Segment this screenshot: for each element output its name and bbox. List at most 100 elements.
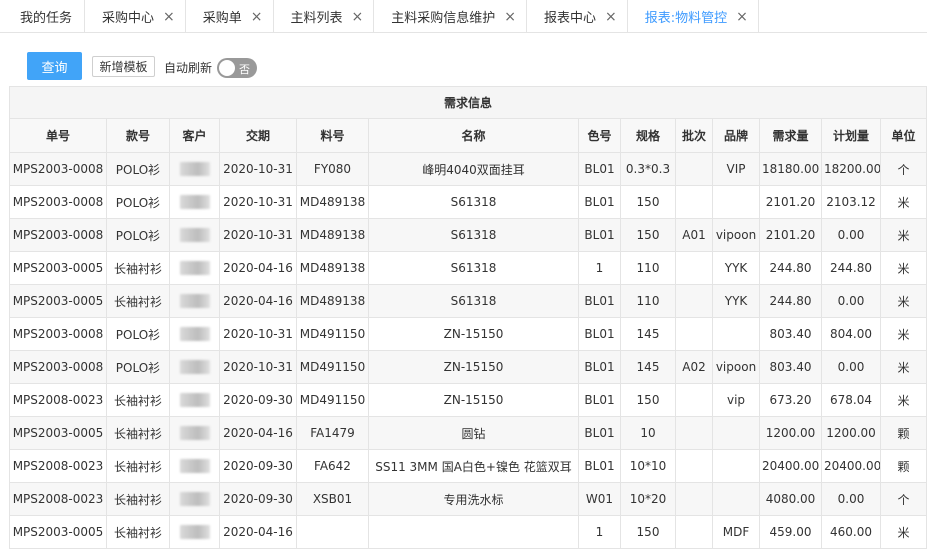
close-icon[interactable]: × — [352, 10, 364, 24]
table-row[interactable]: MPS2003-0008 POLO衫 2020-10-31 MD489138 S6131… — [9, 185, 927, 219]
table-row[interactable]: MPS2003-0005 长袖衬衫 2020-04-16 MD489138 S61318… — [9, 251, 927, 285]
table-cell: 米 — [880, 251, 927, 285]
table-cell: BL01 — [578, 218, 621, 252]
table-cell: ZN-15150 — [368, 317, 579, 351]
table-cell: 2020-09-30 — [219, 383, 297, 417]
table-cell: BL01 — [578, 350, 621, 384]
tab-3[interactable]: 主料列表 × — [274, 0, 375, 33]
table-cell: S61318 — [368, 284, 579, 318]
table-cell — [169, 251, 220, 285]
table-cell: 米 — [880, 317, 927, 351]
table-cell: ZN-15150 — [368, 350, 579, 384]
table-cell: POLO衫 — [106, 185, 170, 219]
table-cell — [169, 284, 220, 318]
auto-refresh-toggle[interactable]: 否 — [217, 58, 257, 78]
table-row[interactable]: MPS2003-0008 POLO衫 2020-10-31 FY080 峰明4040双面… — [9, 152, 927, 186]
table-cell: 1200.00 — [821, 416, 881, 450]
column-header[interactable]: 款号 — [106, 118, 170, 153]
group-header: 需求信息 — [9, 86, 927, 119]
close-icon[interactable]: × — [504, 10, 516, 24]
column-header[interactable]: 计划量 — [821, 118, 881, 153]
table-cell: 2101.20 — [759, 218, 822, 252]
column-header[interactable]: 批次 — [675, 118, 713, 153]
column-header[interactable]: 色号 — [578, 118, 621, 153]
table-cell: A01 — [675, 218, 713, 252]
table-cell: MPS2008-0023 — [9, 383, 107, 417]
table-row[interactable]: MPS2003-0008 POLO衫 2020-10-31 MD489138 S6131… — [9, 218, 927, 252]
table-cell: 150 — [620, 185, 676, 219]
table-cell: BL01 — [578, 449, 621, 483]
close-icon[interactable]: × — [605, 10, 617, 24]
table-row[interactable]: MPS2008-0023 长袖衬衫 2020-09-30 MD491150 ZN-151… — [9, 383, 927, 417]
table-cell: MD489138 — [296, 185, 369, 219]
table-cell — [169, 218, 220, 252]
table-cell: MPS2003-0005 — [9, 251, 107, 285]
redacted-customer — [179, 195, 210, 210]
table-cell: POLO衫 — [106, 152, 170, 186]
table-row[interactable]: MPS2003-0008 POLO衫 2020-10-31 MD491150 ZN-15… — [9, 350, 927, 384]
table-cell: 长袖衬衫 — [106, 251, 170, 285]
table-cell — [675, 185, 713, 219]
close-icon[interactable]: × — [736, 10, 748, 24]
table-cell: 长袖衬衫 — [106, 416, 170, 450]
table-cell: MPS2003-0008 — [9, 152, 107, 186]
table-row[interactable]: MPS2008-0023 长袖衬衫 2020-09-30 FA642 SS11 3MM … — [9, 449, 927, 483]
column-header[interactable]: 交期 — [219, 118, 297, 153]
table-cell: 1 — [578, 515, 621, 549]
table-row[interactable]: MPS2003-0005 长袖衬衫 2020-04-16 1 150 MDF 459.00 4… — [9, 515, 927, 549]
table-cell: BL01 — [578, 185, 621, 219]
column-header[interactable]: 料号 — [296, 118, 369, 153]
table-cell: POLO衫 — [106, 218, 170, 252]
table-cell: 2020-04-16 — [219, 251, 297, 285]
table-cell: 145 — [620, 317, 676, 351]
redacted-customer — [179, 459, 210, 474]
table-cell: MDF — [712, 515, 760, 549]
table-cell: 1200.00 — [759, 416, 822, 450]
add-template-button[interactable]: 新增模板 — [92, 56, 155, 77]
query-button[interactable]: 查询 — [27, 52, 82, 80]
tab-1[interactable]: 采购中心 × — [85, 0, 186, 33]
table-row[interactable]: MPS2003-0008 POLO衫 2020-10-31 MD491150 ZN-15… — [9, 317, 927, 351]
close-icon[interactable]: × — [163, 10, 175, 24]
column-header[interactable]: 单位 — [880, 118, 927, 153]
table-cell: POLO衫 — [106, 317, 170, 351]
table-row[interactable]: MPS2003-0005 长袖衬衫 2020-04-16 MD489138 S61318… — [9, 284, 927, 318]
tab-6[interactable]: 报表:物料管控 × — [628, 0, 759, 33]
table-row[interactable]: MPS2003-0005 长袖衬衫 2020-04-16 FA1479 圆钻 BL01 10… — [9, 416, 927, 450]
tab-5[interactable]: 报表中心 × — [527, 0, 628, 33]
column-header[interactable]: 单号 — [9, 118, 107, 153]
column-header[interactable]: 品牌 — [712, 118, 760, 153]
material-control-table: 需求信息 单号 款号 客户 交期 料号 名称 色号 规格 批次 品牌 需求量 计划量 单位 MPS200… — [9, 86, 927, 549]
table-cell: 长袖衬衫 — [106, 284, 170, 318]
close-icon[interactable]: × — [251, 10, 263, 24]
table-cell: 460.00 — [821, 515, 881, 549]
column-header[interactable]: 规格 — [620, 118, 676, 153]
column-header[interactable]: 名称 — [368, 118, 579, 153]
table-cell: MPS2008-0023 — [9, 482, 107, 516]
auto-refresh-label: 自动刷新 — [164, 61, 213, 75]
column-header[interactable]: 客户 — [169, 118, 220, 153]
redacted-customer — [179, 360, 210, 375]
table-cell: BL01 — [578, 284, 621, 318]
table-cell: 1 — [578, 251, 621, 285]
table-cell — [675, 383, 713, 417]
tab-2[interactable]: 采购单 × — [186, 0, 274, 33]
table-cell: 244.80 — [759, 284, 822, 318]
table-cell: MPS2003-0005 — [9, 416, 107, 450]
tab-0[interactable]: 我的任务 — [0, 0, 86, 33]
table-cell: 2020-10-31 — [219, 152, 297, 186]
table-cell: MPS2003-0005 — [9, 515, 107, 549]
table-cell: 2101.20 — [759, 185, 822, 219]
table-cell: 20400.00 — [759, 449, 822, 483]
table-cell — [675, 482, 713, 516]
table-row[interactable]: MPS2008-0023 长袖衬衫 2020-09-30 XSB01 专用洗水标 W01 1… — [9, 482, 927, 516]
table-cell — [169, 383, 220, 417]
table-cell: MPS2003-0008 — [9, 350, 107, 384]
table-cell: 244.80 — [821, 251, 881, 285]
table-cell: MPS2003-0008 — [9, 218, 107, 252]
tab-4[interactable]: 主料采购信息维护 × — [374, 0, 528, 33]
table-cell: 米 — [880, 284, 927, 318]
column-header[interactable]: 需求量 — [759, 118, 822, 153]
table-cell: 4080.00 — [759, 482, 822, 516]
table-cell: MD491150 — [296, 350, 369, 384]
